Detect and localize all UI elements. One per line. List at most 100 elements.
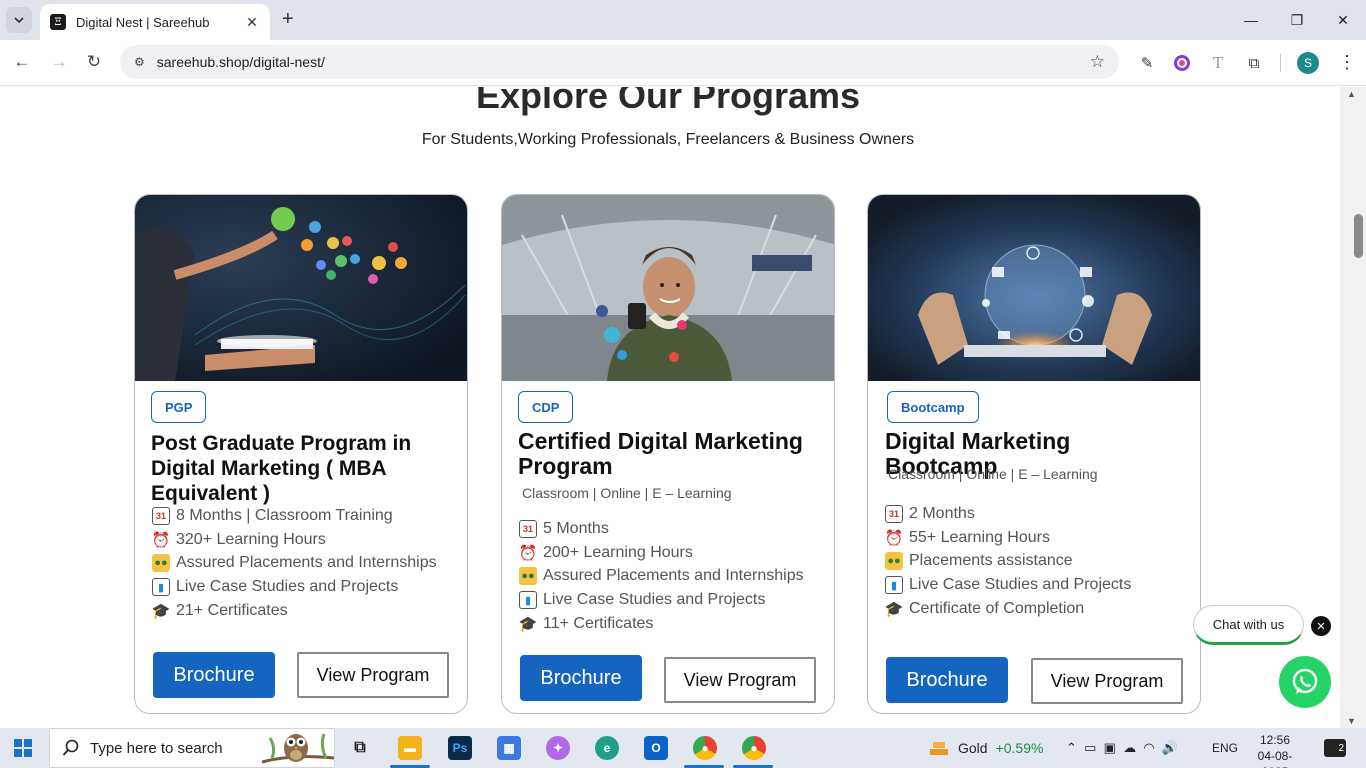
feature-list: 31 8 Months | Classroom Training ⏰ 320+ Le… bbox=[152, 504, 437, 623]
feature-text: 5 Months bbox=[543, 519, 609, 537]
search-highlight-owl-icon bbox=[261, 728, 335, 768]
minimize-icon[interactable]: — bbox=[1228, 0, 1274, 40]
edge-browser-icon[interactable]: e bbox=[595, 736, 619, 760]
feature-text: 55+ Learning Hours bbox=[909, 528, 1050, 546]
color-extension-icon[interactable] bbox=[1171, 52, 1193, 74]
site-info-icon[interactable]: ⚙ bbox=[134, 55, 145, 69]
whatsapp-chat-button[interactable] bbox=[1279, 656, 1331, 708]
feature-text: 320+ Learning Hours bbox=[176, 530, 326, 548]
scroll-down-arrow-icon[interactable]: ▼ bbox=[1347, 716, 1356, 726]
chat-close-icon[interactable]: ✕ bbox=[1311, 616, 1331, 636]
notification-center-icon[interactable]: 2 bbox=[1324, 739, 1346, 757]
browser-toolbar: ← → ↻ ⚙ sareehub.shop/digital-nest/ ☆ ✎ … bbox=[0, 40, 1366, 86]
restore-icon[interactable]: ❐ bbox=[1274, 0, 1320, 40]
chrome-profile-icon[interactable]: ● bbox=[742, 736, 766, 760]
program-title: Certified Digital Marketing Program bbox=[518, 428, 803, 479]
text-extension-icon[interactable]: T bbox=[1207, 52, 1229, 74]
program-title: Post Graduate Program in Digital Marketi… bbox=[151, 432, 412, 505]
feature-item: 31 8 Months | Classroom Training bbox=[152, 504, 437, 528]
scrollbar-thumb[interactable] bbox=[1354, 214, 1363, 258]
bar-chart-icon: ▮ bbox=[519, 591, 537, 610]
extensions-puzzle-icon[interactable]: ⧉ bbox=[1243, 52, 1265, 74]
program-badge: PGP bbox=[151, 391, 207, 423]
tab-search-button[interactable] bbox=[6, 7, 32, 33]
page-scrollbar[interactable]: ▲ ▼ bbox=[1340, 87, 1366, 728]
section-subheading: For Students,Working Professionals, Free… bbox=[421, 131, 915, 148]
microsoft-store-icon[interactable]: ▦ bbox=[497, 736, 521, 760]
site-favicon-icon: Ξ bbox=[50, 14, 66, 30]
graduation-cap-icon: 🎓 bbox=[151, 603, 171, 621]
bar-chart-icon: ▮ bbox=[885, 576, 903, 595]
program-badge: CDP bbox=[518, 391, 574, 423]
window-controls: — ❐ ✕ bbox=[1228, 0, 1366, 40]
feature-item: 🎓 11+ Certificates bbox=[519, 612, 804, 636]
alarm-clock-icon: ⏰ bbox=[884, 529, 904, 547]
system-tray-icons[interactable]: ⌃ ▭ ▣ ☁ ◠ 🔊 bbox=[1066, 740, 1178, 756]
outlook-icon[interactable]: O bbox=[644, 736, 668, 760]
alarm-clock-icon: ⏰ bbox=[151, 531, 171, 549]
feature-item: ●● Assured Placements and Internships bbox=[152, 552, 437, 576]
new-tab-button[interactable]: + bbox=[282, 8, 294, 31]
windows-taskbar: Type here to search ⧉ ▬ Ps ▦ ✦ e O ● ● G… bbox=[0, 728, 1366, 768]
file-explorer-icon[interactable]: ▬ bbox=[398, 736, 422, 760]
input-language[interactable]: ENG bbox=[1212, 741, 1238, 755]
browser-tab-bar: Ξ Digital Nest | Sareehub ✕ + — ❐ ✕ bbox=[0, 0, 1366, 40]
whatsapp-icon bbox=[1292, 668, 1318, 694]
gold-label: Gold bbox=[958, 740, 988, 756]
section-heading: Explore Our Programs bbox=[475, 87, 861, 116]
feature-text: Assured Placements and Internships bbox=[176, 554, 437, 572]
feature-text: Certificate of Completion bbox=[909, 600, 1085, 618]
windows-start-icon[interactable] bbox=[14, 739, 32, 757]
feature-text: Placements assistance bbox=[909, 552, 1073, 570]
program-image-bootcamp bbox=[868, 195, 1200, 381]
window-close-icon[interactable]: ✕ bbox=[1320, 0, 1366, 40]
feature-item: ●● Assured Placements and Internships bbox=[519, 565, 804, 589]
system-clock[interactable]: 12:56 04-08-2025 bbox=[1245, 732, 1305, 768]
tab-close-icon[interactable]: ✕ bbox=[244, 14, 260, 31]
feature-item: ▮ Live Case Studies and Projects bbox=[519, 588, 804, 612]
toolbar-separator bbox=[1280, 54, 1281, 72]
forward-arrow-icon[interactable]: → bbox=[48, 52, 70, 72]
eyedropper-extension-icon[interactable]: ✎ bbox=[1136, 52, 1158, 74]
feature-text: 11+ Certificates bbox=[543, 615, 654, 633]
feature-item: ⏰ 320+ Learning Hours bbox=[152, 528, 437, 552]
back-arrow-icon[interactable]: ← bbox=[11, 52, 33, 72]
feature-item: ●● Placements assistance bbox=[885, 550, 1131, 574]
chevron-down-icon bbox=[14, 17, 24, 23]
feature-item: ⏰ 200+ Learning Hours bbox=[519, 541, 804, 565]
feature-text: 200+ Learning Hours bbox=[543, 543, 693, 561]
page-viewport: Explore Our Programs For Students,Workin… bbox=[0, 87, 1340, 728]
taskbar-search-placeholder: Type here to search bbox=[90, 739, 223, 757]
photoshop-icon[interactable]: Ps bbox=[448, 736, 472, 760]
task-view-icon[interactable]: ⧉ bbox=[348, 736, 372, 760]
program-card-cdp: CDP Certified Digital Marketing Program … bbox=[501, 194, 835, 714]
chrome-browser-icon[interactable]: ● bbox=[693, 736, 717, 760]
browser-tab-active[interactable]: Ξ Digital Nest | Sareehub ✕ bbox=[40, 4, 270, 40]
address-bar[interactable]: ⚙ sareehub.shop/digital-nest/ ☆ bbox=[120, 45, 1119, 79]
profile-avatar[interactable]: S bbox=[1297, 52, 1319, 74]
copilot-icon[interactable]: ✦ bbox=[546, 736, 570, 760]
gold-bars-icon bbox=[930, 742, 948, 755]
feature-list: 31 5 Months ⏰ 200+ Learning Hours ●● Assure… bbox=[519, 517, 804, 636]
people-icon: ●● bbox=[885, 552, 903, 571]
brochure-button[interactable]: Brochure bbox=[520, 655, 642, 701]
chat-with-us-bubble[interactable]: Chat with us bbox=[1193, 605, 1304, 645]
brochure-button[interactable]: Brochure bbox=[886, 657, 1008, 703]
feature-item: 🎓 Certificate of Completion bbox=[885, 597, 1131, 621]
gold-price-widget[interactable]: Gold +0.59% bbox=[928, 728, 1043, 768]
clock-date: 04-08-2025 bbox=[1257, 749, 1293, 768]
url-text[interactable]: sareehub.shop/digital-nest/ bbox=[157, 54, 1090, 70]
browser-menu-icon[interactable]: ⋮ bbox=[1338, 52, 1356, 73]
scroll-up-arrow-icon[interactable]: ▲ bbox=[1347, 89, 1356, 99]
view-program-button[interactable]: View Program bbox=[297, 652, 449, 698]
feature-item: ▮ Live Case Studies and Projects bbox=[152, 575, 437, 599]
bookmark-star-icon[interactable]: ☆ bbox=[1090, 52, 1105, 72]
view-program-button[interactable]: View Program bbox=[1031, 658, 1183, 704]
brochure-button[interactable]: Brochure bbox=[153, 652, 275, 698]
people-icon: ●● bbox=[519, 567, 537, 586]
reload-icon[interactable]: ↻ bbox=[83, 52, 105, 72]
calendar-icon: 31 bbox=[519, 519, 537, 538]
view-program-button[interactable]: View Program bbox=[664, 657, 816, 703]
feature-item: 🎓 21+ Certificates bbox=[152, 599, 437, 623]
graduation-cap-icon: 🎓 bbox=[518, 616, 538, 634]
